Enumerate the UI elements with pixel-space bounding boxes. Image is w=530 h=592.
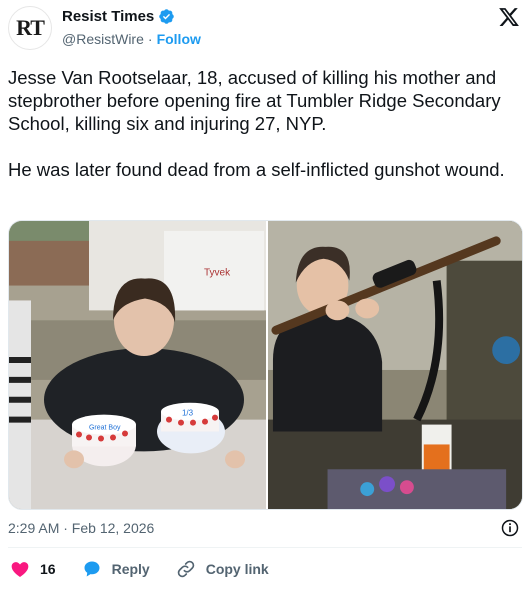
cake-left-text: Great Boy: [89, 425, 121, 432]
photo-image-right: [268, 221, 522, 509]
author-name-row: Resist Times: [62, 8, 175, 25]
photo-boy-with-rifle[interactable]: [268, 221, 522, 509]
follow-button[interactable]: Follow: [157, 31, 201, 47]
info-icon[interactable]: [500, 518, 520, 538]
reply-button[interactable]: Reply: [82, 559, 150, 579]
like-count: 16: [40, 561, 56, 577]
photo-image-left: Tyvek Great Boy 1/3: [9, 221, 266, 509]
media-gallery[interactable]: Tyvek Great Boy 1/3: [8, 220, 523, 510]
display-name[interactable]: Resist Times: [62, 8, 154, 25]
tweet-timestamp[interactable]: 2:29 AM · Feb 12, 2026: [8, 520, 154, 536]
tweet-card: RT Resist Times @ResistWire · Follow Jes…: [0, 0, 530, 592]
divider: [8, 547, 522, 548]
copy-link-button[interactable]: Copy link: [176, 559, 269, 579]
photo-boy-with-cakes[interactable]: Tyvek Great Boy 1/3: [9, 221, 266, 509]
wrap-text: Tyvek: [204, 268, 230, 279]
cake-right-text: 1/3: [182, 409, 194, 418]
action-bar: 16 Reply Copy link: [10, 559, 295, 579]
handle[interactable]: @ResistWire: [62, 31, 144, 47]
tweet-text: Jesse Van Rootselaar, 18, accused of kil…: [8, 67, 505, 180]
reply-bubble-icon: [84, 561, 100, 577]
handle-row: @ResistWire · Follow: [62, 31, 201, 47]
copy-link-label: Copy link: [205, 561, 269, 577]
like-button[interactable]: 16: [10, 559, 56, 579]
avatar[interactable]: RT: [8, 6, 52, 50]
reply-label: Reply: [111, 561, 150, 577]
separator-dot: ·: [147, 31, 153, 47]
x-logo-icon[interactable]: [498, 6, 520, 28]
verified-badge-icon: [159, 9, 175, 24]
link-icon: [177, 560, 194, 578]
heart-icon: [11, 562, 29, 577]
